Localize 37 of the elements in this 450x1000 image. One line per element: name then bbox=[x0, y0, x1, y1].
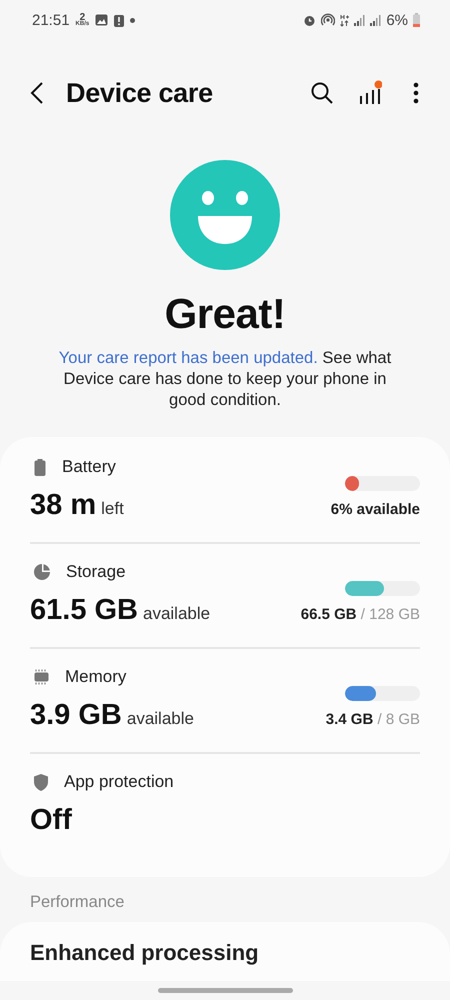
alarm-icon bbox=[303, 14, 316, 26]
home-handle[interactable] bbox=[158, 988, 292, 993]
care-report-link[interactable]: Your care report has been updated. bbox=[58, 349, 318, 367]
item-value: 61.5 GB bbox=[30, 594, 138, 627]
usage-reading: 66.5 GB / 128 GB bbox=[300, 606, 420, 623]
battery-icon bbox=[34, 458, 46, 476]
usage-reading: 6% available bbox=[330, 501, 420, 518]
item-label: App protection bbox=[64, 772, 174, 792]
alert-icon bbox=[114, 14, 124, 26]
item-label: Memory bbox=[65, 667, 126, 687]
battery-percentage: 6% bbox=[386, 12, 408, 28]
chip-icon bbox=[34, 669, 49, 685]
item-value: Off bbox=[30, 804, 72, 837]
section-header: Performance bbox=[29, 892, 126, 913]
item-value: 3.9 GB bbox=[30, 699, 122, 732]
status-time: 21:51 bbox=[32, 12, 70, 28]
page-title: Device care bbox=[66, 78, 214, 108]
signal-icon bbox=[370, 14, 382, 26]
battery-icon bbox=[413, 13, 420, 27]
item-label: Battery bbox=[62, 457, 116, 477]
image-icon bbox=[95, 14, 108, 26]
value-unit: available bbox=[143, 604, 210, 624]
hotspot-icon bbox=[321, 13, 336, 27]
smiley-face-icon bbox=[170, 160, 280, 270]
usage-reading: 3.4 GB / 8 GB bbox=[326, 711, 420, 728]
dot-icon bbox=[130, 18, 136, 22]
value-unit: available bbox=[126, 709, 194, 729]
value-unit: left bbox=[101, 499, 124, 519]
item-label: Storage bbox=[66, 562, 126, 582]
signal-icon bbox=[354, 14, 366, 26]
data-transfer-icon bbox=[340, 14, 350, 26]
item-value: 38 m bbox=[30, 489, 96, 522]
pie-chart-icon bbox=[34, 564, 50, 580]
status-headline: Great! bbox=[164, 290, 286, 338]
care-report-text: Your care report has been updated. See what Device care has done to keep your phone in good condition. bbox=[58, 348, 392, 411]
setting-title[interactable]: Enhanced processing bbox=[30, 940, 420, 966]
shield-icon bbox=[34, 774, 48, 790]
